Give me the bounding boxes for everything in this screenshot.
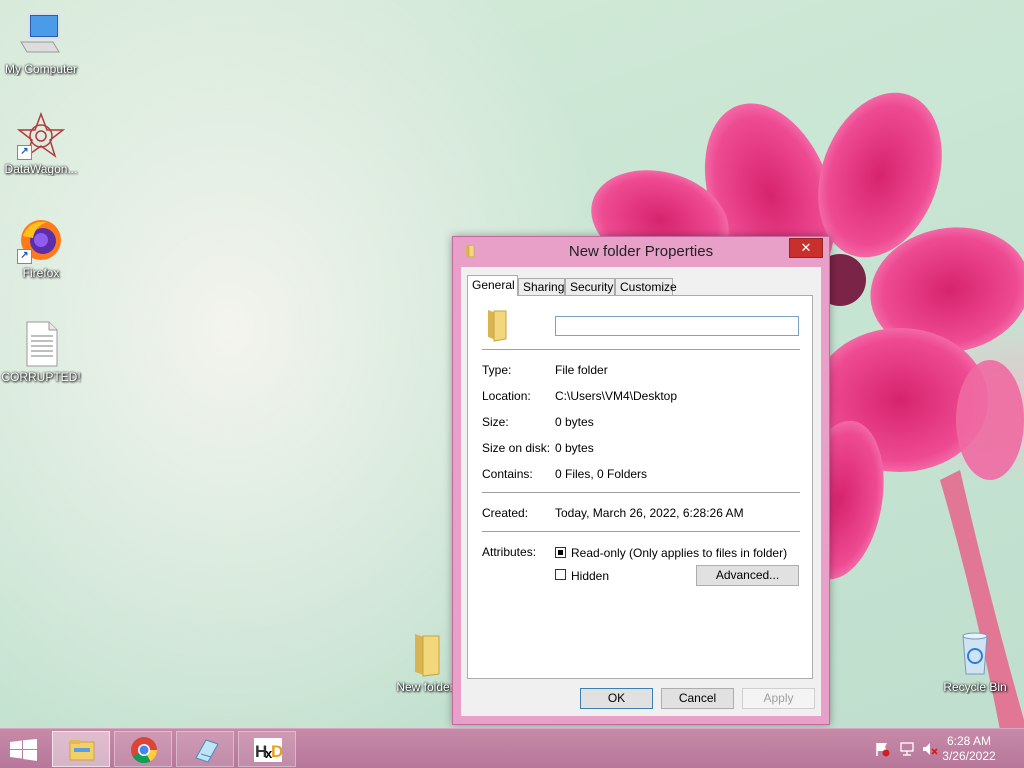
shortcut-arrow-icon: ↗ — [17, 145, 32, 160]
taskbar: H x D 6:28 AM 3/26/2022 — [0, 728, 1024, 768]
location-value: C:\Users\VM4\Desktop — [555, 389, 678, 403]
ok-button[interactable]: OK — [580, 688, 653, 709]
readonly-label[interactable]: Read-only (Only applies to files in fold… — [571, 546, 787, 560]
file-explorer-icon — [69, 740, 95, 761]
separator — [482, 531, 800, 532]
shortcut-arrow-icon: ↗ — [17, 249, 32, 264]
taskbar-file-explorer[interactable] — [52, 731, 110, 767]
desktop-icon-label: DataWagon... — [4, 162, 78, 176]
advanced-button[interactable]: Advanced... — [696, 565, 799, 586]
recycle-bin-icon — [951, 630, 999, 678]
dialog-title: New folder Properties — [568, 243, 714, 260]
desktop-icon-my-computer[interactable]: My Computer — [0, 12, 82, 76]
clock-date: 3/26/2022 — [942, 749, 996, 763]
type-value: File folder — [555, 363, 608, 377]
clock-time: 6:28 AM — [946, 734, 992, 748]
size-label: Size: — [482, 415, 509, 429]
dialog-body: General Sharing Security Customize Type:… — [461, 267, 821, 716]
size-on-disk-label: Size on disk: — [482, 441, 551, 455]
separator — [482, 349, 800, 350]
desktop-icon-label: Recycle Bin — [943, 680, 1007, 694]
desktop-icon-datawagon[interactable]: ↗ DataWagon... — [0, 111, 82, 176]
contains-label: Contains: — [482, 467, 533, 481]
tab-sharing[interactable]: Sharing — [518, 278, 565, 295]
apply-button[interactable]: Apply — [742, 688, 815, 709]
svg-text:D: D — [271, 742, 282, 761]
dialog-titlebar[interactable]: New folder Properties ✕ — [453, 237, 829, 267]
tab-customize[interactable]: Customize — [615, 278, 677, 295]
taskbar-notepad[interactable] — [176, 731, 234, 767]
cancel-button[interactable]: Cancel — [661, 688, 734, 709]
readonly-checkbox[interactable] — [555, 547, 566, 558]
contains-value: 0 Files, 0 Folders — [555, 467, 648, 481]
type-label: Type: — [482, 363, 512, 377]
datawagon-icon: ↗ — [16, 111, 66, 160]
created-value: Today, March 26, 2022, 6:28:26 AM — [555, 506, 744, 520]
taskbar-hxd[interactable]: H x D — [238, 731, 296, 767]
hidden-label[interactable]: Hidden — [571, 569, 609, 583]
desktop-icon-label: Firefox — [22, 266, 60, 280]
chrome-icon — [131, 737, 158, 764]
properties-dialog: New folder Properties ✕ General Sharing … — [452, 236, 830, 725]
separator — [482, 492, 800, 493]
action-center-flag-icon[interactable] — [874, 741, 890, 757]
desktop-icon-label: My Computer — [4, 62, 78, 76]
hxd-icon: H x D — [254, 738, 282, 762]
general-tab-panel: Type: File folder Location: C:\Users\VM4… — [467, 295, 813, 679]
attributes-label: Attributes: — [482, 545, 537, 559]
size-value: 0 bytes — [555, 415, 594, 429]
size-on-disk-value: 0 bytes — [555, 441, 594, 455]
location-label: Location: — [482, 389, 531, 403]
desktop-icon-corrupted[interactable]: CORRUPTED! — [0, 320, 82, 384]
notepad-icon — [195, 739, 219, 763]
taskbar-chrome[interactable] — [114, 731, 172, 767]
firefox-icon: ↗ — [17, 216, 65, 264]
text-file-icon — [17, 320, 65, 368]
folder-icon — [488, 310, 507, 342]
computer-icon — [17, 12, 65, 60]
close-button[interactable]: ✕ — [789, 238, 823, 258]
tab-general[interactable]: General — [467, 275, 518, 296]
desktop-icon-recycle-bin[interactable]: Recycle Bin — [934, 630, 1016, 694]
network-icon[interactable] — [899, 741, 915, 757]
desktop-icon-label: CORRUPTED! — [1, 370, 81, 384]
taskbar-clock[interactable]: 6:28 AM 3/26/2022 — [934, 734, 1004, 764]
windows-start-icon[interactable] — [10, 739, 38, 761]
folder-name-input[interactable] — [555, 316, 799, 336]
hidden-checkbox[interactable] — [555, 569, 566, 580]
created-label: Created: — [482, 506, 529, 520]
tab-security[interactable]: Security — [565, 278, 615, 295]
desktop-icon-firefox[interactable]: ↗ Firefox — [0, 216, 82, 280]
folder-icon — [401, 630, 449, 678]
